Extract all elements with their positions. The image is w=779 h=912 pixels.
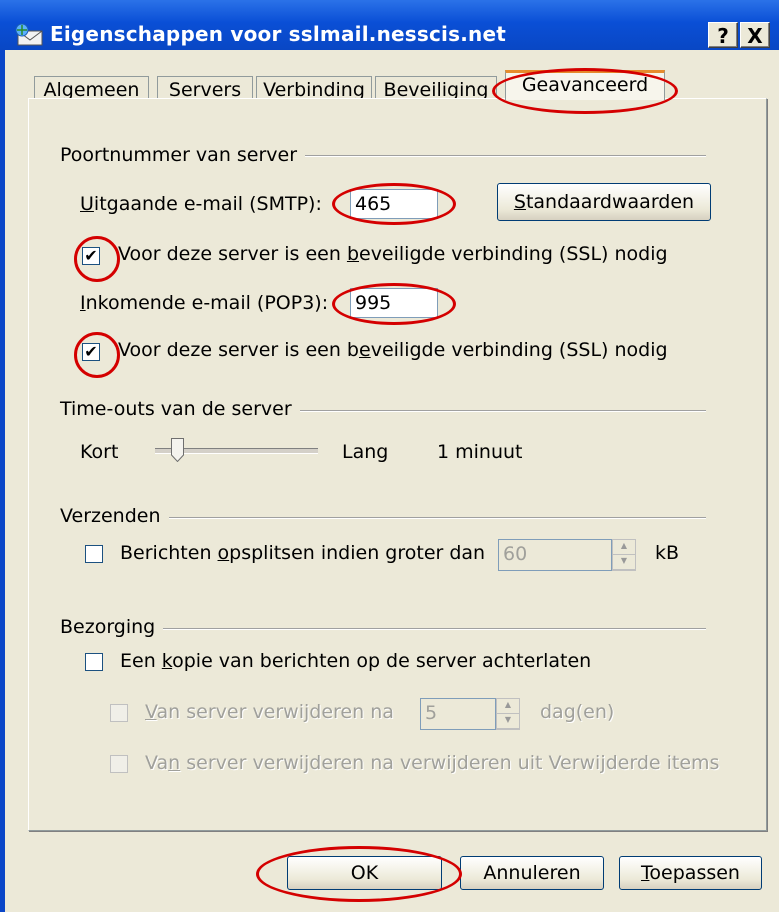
spin-down-icon[interactable]: ▼ <box>497 714 519 729</box>
ok-button[interactable]: OK <box>287 856 442 890</box>
remove-after-days-checkbox[interactable] <box>110 704 128 722</box>
split-messages-checkbox[interactable] <box>85 545 103 563</box>
smtp-ssl-checkbox[interactable]: ✔ <box>82 247 100 265</box>
timeout-short-label: Kort <box>80 441 119 463</box>
spin-up-icon[interactable]: ▲ <box>497 699 519 714</box>
sending-group-title: Verzenden <box>60 505 169 527</box>
cancel-button[interactable]: Annuleren <box>460 856 604 890</box>
tab-geavanceerd[interactable]: Geavanceerd <box>505 70 665 100</box>
split-messages-label: Berichten opsplitsen indien groter dan <box>120 542 486 564</box>
mail-account-icon <box>12 23 48 47</box>
remove-when-deleted-label: Van server verwijderen na verwijderen ui… <box>145 752 720 774</box>
timeouts-group-title: Time-outs van de server <box>60 398 300 420</box>
spin-up-icon[interactable]: ▲ <box>613 540 635 555</box>
smtp-port-label: Uitgaande e-mail (SMTP): <box>80 193 322 215</box>
leave-copy-label: Een kopie van berichten op de server ach… <box>120 650 592 672</box>
ports-group-title: Poortnummer van server <box>60 144 306 166</box>
smtp-ssl-label: Voor deze server is een beveiligde verbi… <box>118 243 668 265</box>
remove-when-deleted-checkbox[interactable] <box>110 755 128 773</box>
timeout-long-label: Lang <box>342 441 389 463</box>
split-size-input[interactable]: 60 <box>498 539 612 571</box>
apply-button[interactable]: Toepassen <box>619 856 762 890</box>
pop3-ssl-label: Voor deze server is een beveiligde verbi… <box>118 339 668 361</box>
split-size-spinner[interactable]: ▲ ▼ <box>612 539 636 571</box>
timeout-value: 1 minuut <box>437 441 523 463</box>
remove-after-days-label: Van server verwijderen na <box>145 701 394 723</box>
split-size-unit: kB <box>655 542 680 564</box>
restore-defaults-button[interactable]: Standaardwaarden <box>497 183 711 221</box>
window-title: Eigenschappen voor sslmail.nesscis.net <box>50 22 506 46</box>
remove-days-spinner[interactable]: ▲ ▼ <box>496 698 520 730</box>
leave-copy-checkbox[interactable] <box>85 653 103 671</box>
close-button[interactable]: X <box>740 22 770 48</box>
pop3-port-input[interactable]: 995 <box>350 288 438 318</box>
pop3-ssl-checkbox[interactable]: ✔ <box>82 343 100 361</box>
help-button[interactable]: ? <box>708 22 738 48</box>
pop3-port-label: Inkomende e-mail (POP3): <box>80 292 329 314</box>
timeout-slider-thumb[interactable] <box>171 438 184 463</box>
smtp-port-input[interactable]: 465 <box>350 189 438 219</box>
remove-days-unit: dag(en) <box>540 701 615 723</box>
delivery-group-title: Bezorging <box>60 616 164 638</box>
spin-down-icon[interactable]: ▼ <box>613 555 635 570</box>
remove-days-input[interactable]: 5 <box>420 698 496 730</box>
